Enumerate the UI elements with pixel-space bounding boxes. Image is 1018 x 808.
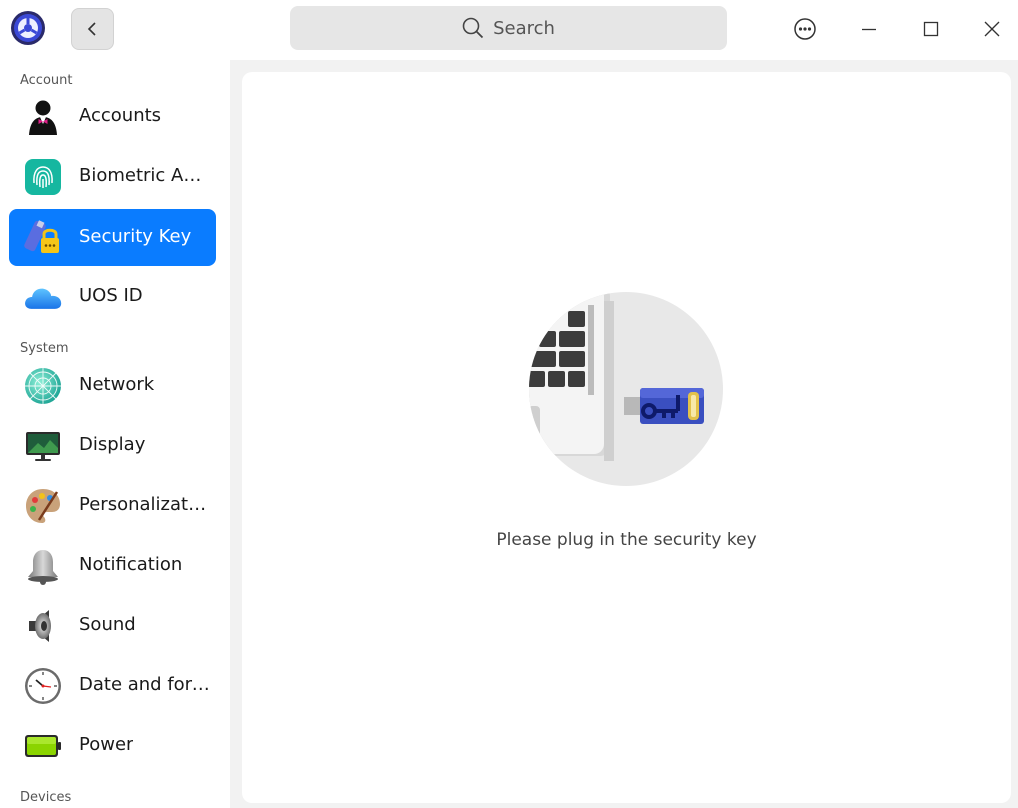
plug-in-hint: Please plug in the security key xyxy=(496,530,757,550)
sidebar-item-date-and-format[interactable]: Date and format xyxy=(9,657,216,714)
sidebar-item-uos-id[interactable]: UOS ID xyxy=(9,268,216,325)
sidebar-item-display[interactable]: Display xyxy=(9,417,216,474)
cloud-icon xyxy=(23,277,63,317)
sidebar-item-label: Power xyxy=(79,734,134,755)
search-placeholder: Search xyxy=(493,17,555,39)
sidebar-item-sound[interactable]: Sound xyxy=(9,597,216,654)
section-title-devices: Devices xyxy=(20,790,72,805)
sidebar: Account Accounts Biometric Aut Security … xyxy=(0,60,230,808)
network-icon xyxy=(23,366,63,406)
sidebar-item-network[interactable]: Network xyxy=(9,357,216,414)
security-key-plug-illustration xyxy=(528,291,724,487)
maximize-button[interactable] xyxy=(911,10,951,48)
battery-icon xyxy=(23,726,63,766)
security-key-icon xyxy=(23,218,63,258)
sidebar-item-label: Display xyxy=(79,434,146,455)
sidebar-item-personalization[interactable]: Personalization xyxy=(9,477,216,534)
sidebar-item-label: Network xyxy=(79,374,155,395)
bell-icon xyxy=(23,546,63,586)
sidebar-item-power[interactable]: Power xyxy=(9,717,216,774)
clock-icon xyxy=(23,666,63,706)
section-title-account: Account xyxy=(20,73,73,88)
search-icon xyxy=(462,17,484,39)
sidebar-item-security-key[interactable]: Security Key xyxy=(9,209,216,266)
main-panel: Please plug in the security key xyxy=(242,72,1011,803)
title-bar: Search xyxy=(0,0,1018,60)
close-icon xyxy=(984,21,1000,37)
sidebar-item-accounts[interactable]: Accounts xyxy=(9,88,216,145)
sidebar-item-label: Security Key xyxy=(79,226,192,247)
sidebar-item-notification[interactable]: Notification xyxy=(9,537,216,594)
display-icon xyxy=(23,426,63,466)
palette-icon xyxy=(23,486,63,526)
sidebar-item-label: Personalization xyxy=(79,494,211,515)
sidebar-item-label: Sound xyxy=(79,614,136,635)
maximize-icon xyxy=(923,21,939,37)
sidebar-item-label: Notification xyxy=(79,554,183,575)
speaker-icon xyxy=(23,606,63,646)
minimize-button[interactable] xyxy=(849,10,889,48)
accounts-icon xyxy=(23,97,63,137)
more-options-button[interactable] xyxy=(785,10,825,48)
chevron-left-icon xyxy=(87,22,96,36)
back-button[interactable] xyxy=(71,8,114,50)
sidebar-item-biometric-authentication[interactable]: Biometric Authentication xyxy=(9,148,216,205)
more-options-icon xyxy=(794,18,816,40)
sidebar-item-label: Biometric Authentication xyxy=(79,165,211,186)
minimize-icon xyxy=(862,28,876,31)
sidebar-item-label: Date and format xyxy=(79,674,211,695)
search-input[interactable]: Search xyxy=(290,6,727,50)
section-title-system: System xyxy=(20,341,69,356)
close-button[interactable] xyxy=(972,10,1012,48)
control-center-logo-icon xyxy=(10,10,46,46)
fingerprint-icon xyxy=(23,157,63,197)
sidebar-item-label: UOS ID xyxy=(79,285,143,306)
sidebar-item-label: Accounts xyxy=(79,105,162,126)
